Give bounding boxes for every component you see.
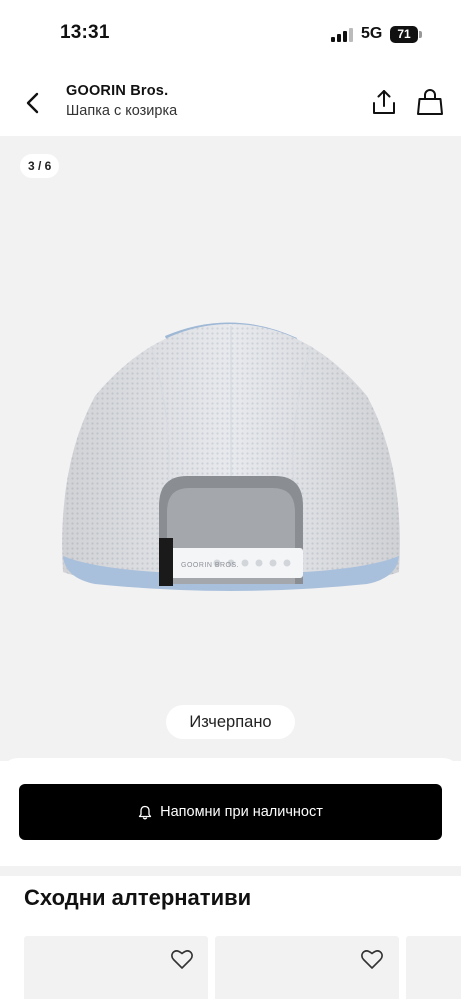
cellular-signal-icon xyxy=(331,28,353,42)
cap-product-image: GOORIN BROS. xyxy=(62,322,400,591)
bell-icon xyxy=(138,805,152,819)
heart-icon[interactable] xyxy=(360,948,384,970)
section-divider xyxy=(0,866,461,876)
battery-icon: 71 xyxy=(390,26,422,43)
brand-name: GOORIN Bros. xyxy=(66,83,169,99)
product-image-gallery[interactable]: 3 / 6 GOORIN BROS. Изчерпано xyxy=(0,136,461,761)
alternatives-section: Сходни алтернативи xyxy=(0,876,461,999)
status-bar: 13:31 5G 71 xyxy=(0,0,461,68)
network-type: 5G xyxy=(361,25,383,42)
chevron-left-icon xyxy=(26,92,39,114)
share-icon xyxy=(373,90,395,114)
image-counter: 3 / 6 xyxy=(20,154,60,178)
back-button[interactable] xyxy=(18,88,48,118)
share-button[interactable] xyxy=(370,88,398,116)
notify-button-label: Напомни при наличност xyxy=(160,804,323,820)
alternative-product-card[interactable] xyxy=(24,936,208,999)
product-type: Шапка с козирка xyxy=(66,103,178,119)
product-header: GOORIN Bros. Шапка с козирка xyxy=(0,68,461,136)
sold-out-badge: Изчерпано xyxy=(166,705,295,739)
strap-text: GOORIN BROS. xyxy=(181,562,239,569)
shopping-bag-icon xyxy=(417,89,443,115)
shopping-bag-button[interactable] xyxy=(416,87,444,117)
notify-section: Напомни при наличност xyxy=(0,758,461,866)
alternative-product-card[interactable] xyxy=(406,936,461,999)
status-time: 13:31 xyxy=(60,22,110,43)
heart-icon[interactable] xyxy=(170,948,194,970)
alternatives-title: Сходни алтернативи xyxy=(24,885,252,910)
alternative-product-card[interactable] xyxy=(215,936,399,999)
notify-when-available-button[interactable]: Напомни при наличност xyxy=(19,784,442,840)
battery-level: 71 xyxy=(390,26,418,43)
